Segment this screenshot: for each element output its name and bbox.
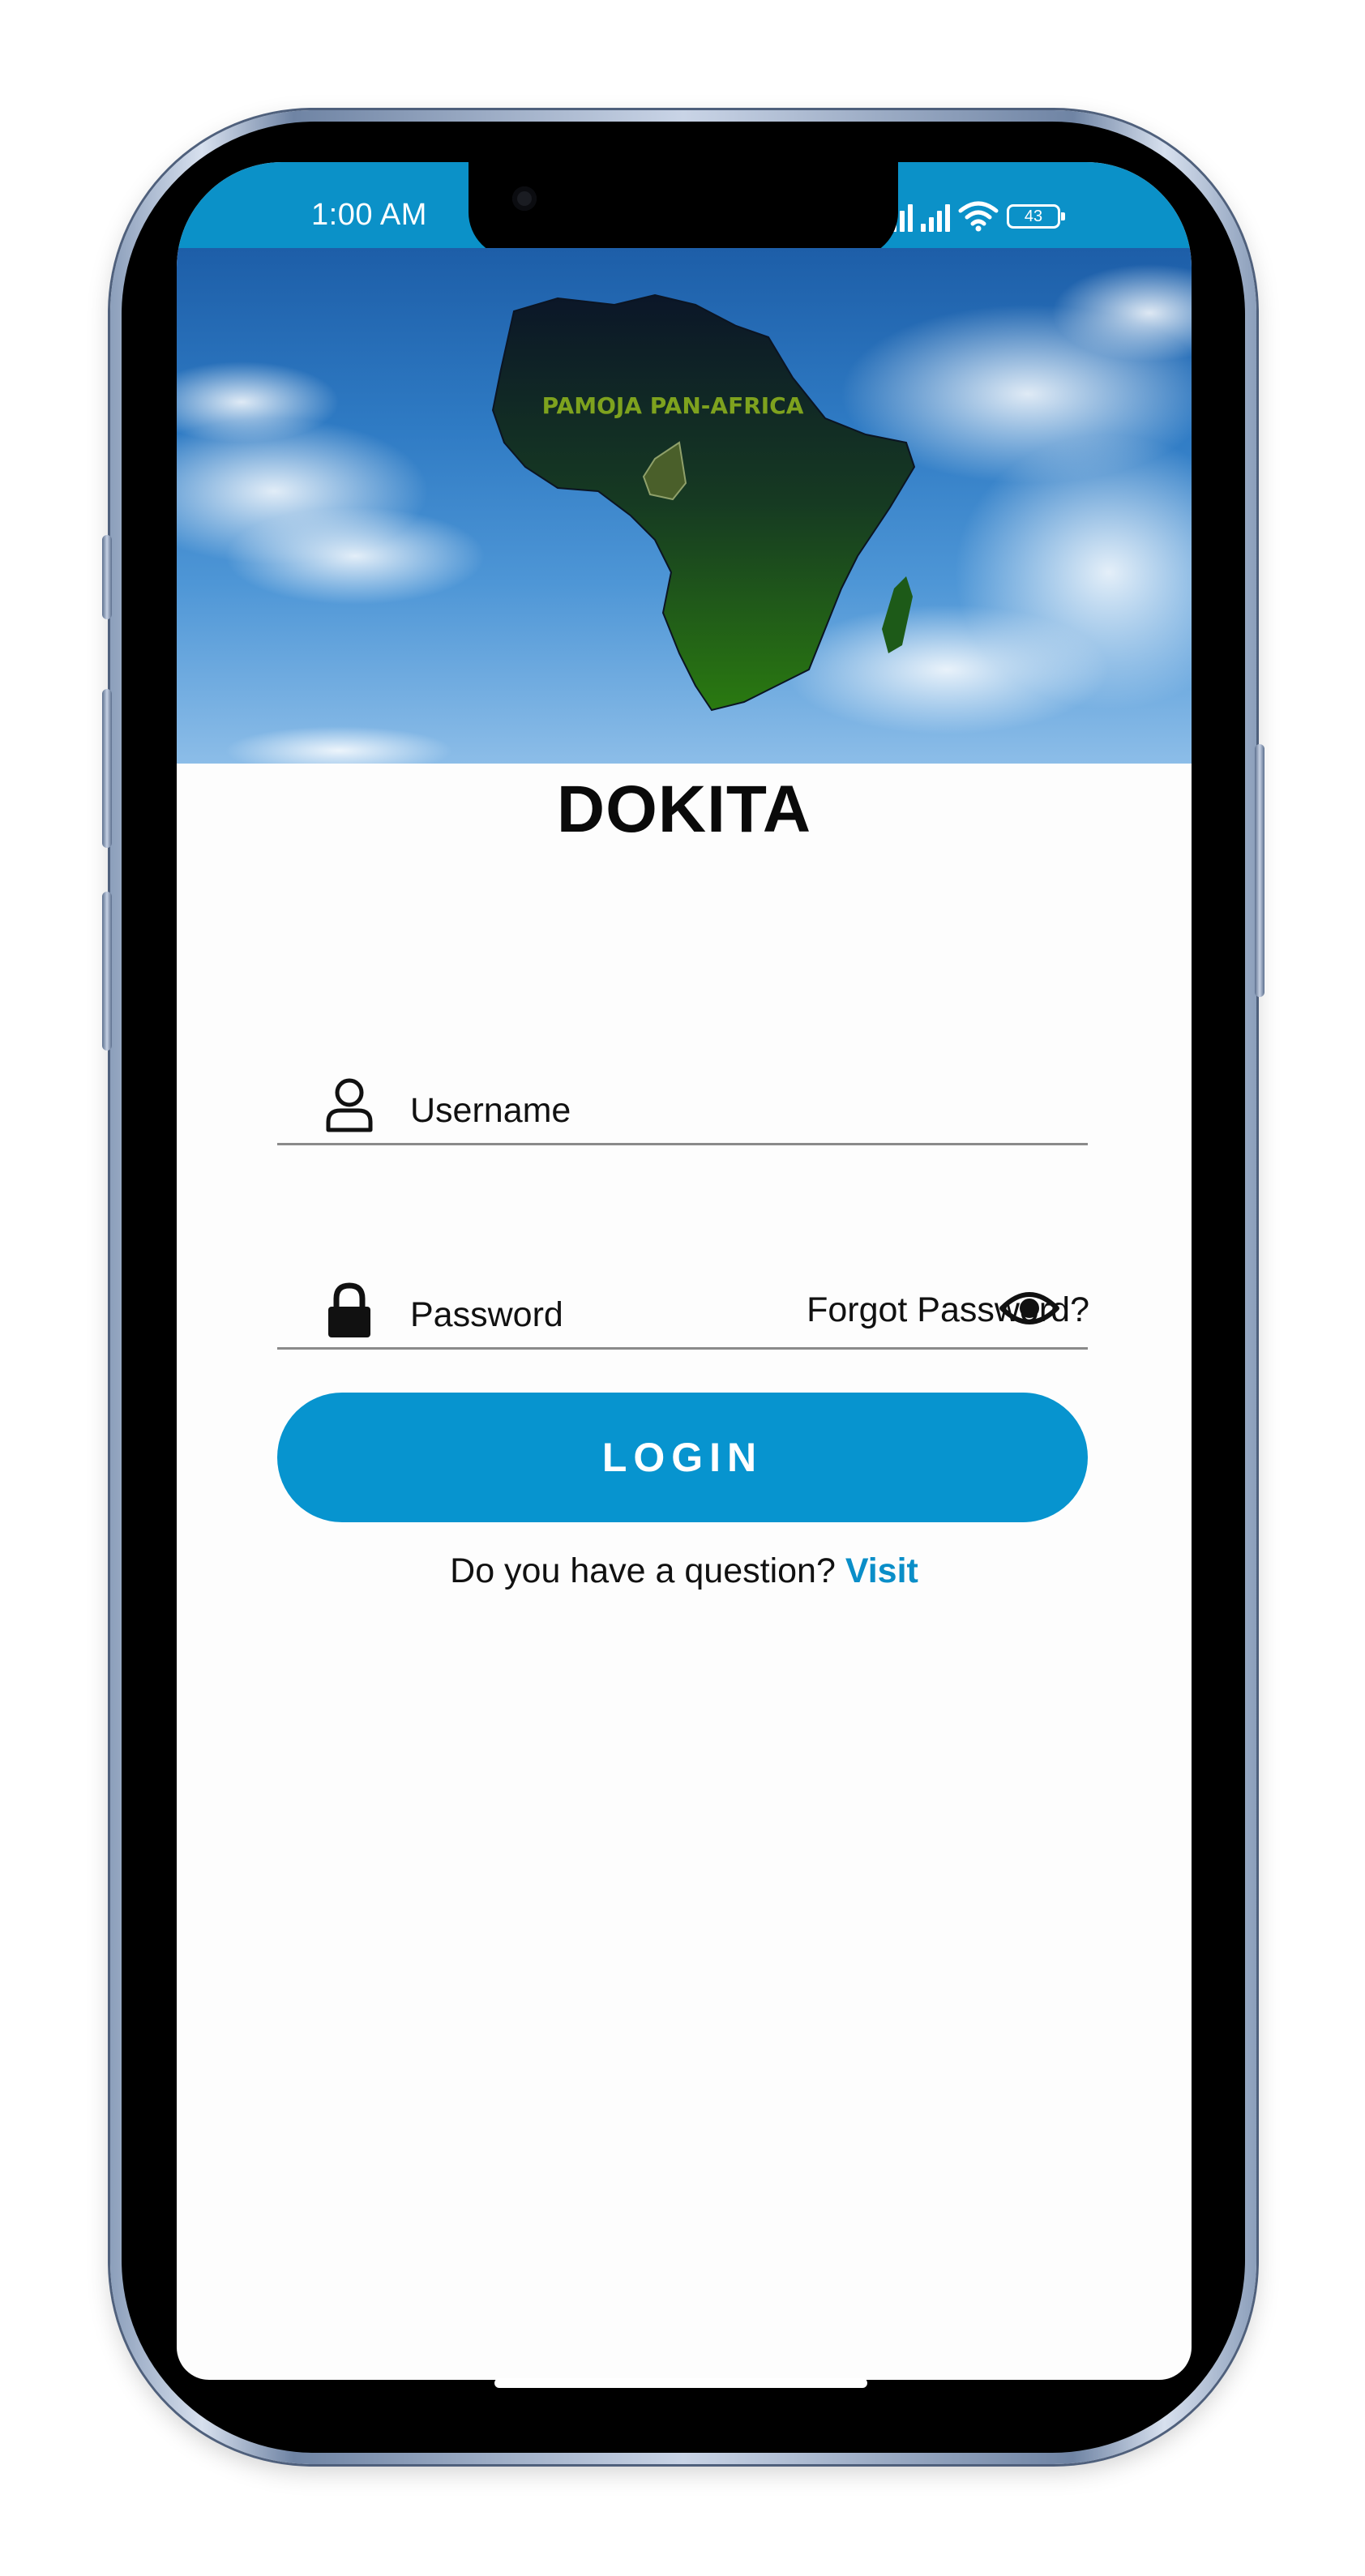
pamoja-logo-text: PAMOJA PAN-AFRICA	[542, 392, 804, 419]
home-indicator[interactable]	[494, 2378, 867, 2388]
mute-switch	[102, 535, 112, 619]
battery-level: 43	[1024, 208, 1043, 225]
password-input[interactable]: Password	[410, 1295, 563, 1335]
battery-icon: 43	[1007, 204, 1065, 229]
camera-notch	[469, 162, 898, 258]
power-button	[1255, 744, 1264, 997]
signal-icon	[921, 201, 950, 232]
login-button[interactable]: LOGIN	[277, 1393, 1088, 1522]
status-icons: 43	[884, 198, 1065, 232]
volume-down-button	[102, 892, 112, 1051]
wifi-icon	[958, 201, 999, 232]
front-camera	[512, 186, 537, 211]
question-line: Do you have a question? Visit	[177, 1551, 1192, 1591]
forgot-password-link[interactable]: Forgot Password?	[807, 1290, 1089, 1330]
sky-clouds-image: PAMOJA PAN-AFRICA	[177, 264, 1192, 764]
app-title: DOKITA	[556, 772, 812, 846]
question-text: Do you have a question?	[450, 1551, 836, 1590]
username-input[interactable]: Username	[410, 1091, 571, 1131]
app-screen: 1:00 AM 43 PAMOJA PAN-AFRICA DOKITA User…	[177, 162, 1192, 2380]
visit-link[interactable]: Visit	[845, 1551, 918, 1590]
user-icon	[326, 1078, 373, 1132]
lock-icon	[328, 1282, 370, 1337]
hero-banner: PAMOJA PAN-AFRICA	[177, 248, 1192, 764]
username-field[interactable]: Username	[277, 1047, 1088, 1145]
status-time: 1:00 AM	[311, 198, 427, 232]
volume-up-button	[102, 689, 112, 848]
device-mockup: 1:00 AM 43 PAMOJA PAN-AFRICA DOKITA User…	[0, 0, 1365, 2576]
